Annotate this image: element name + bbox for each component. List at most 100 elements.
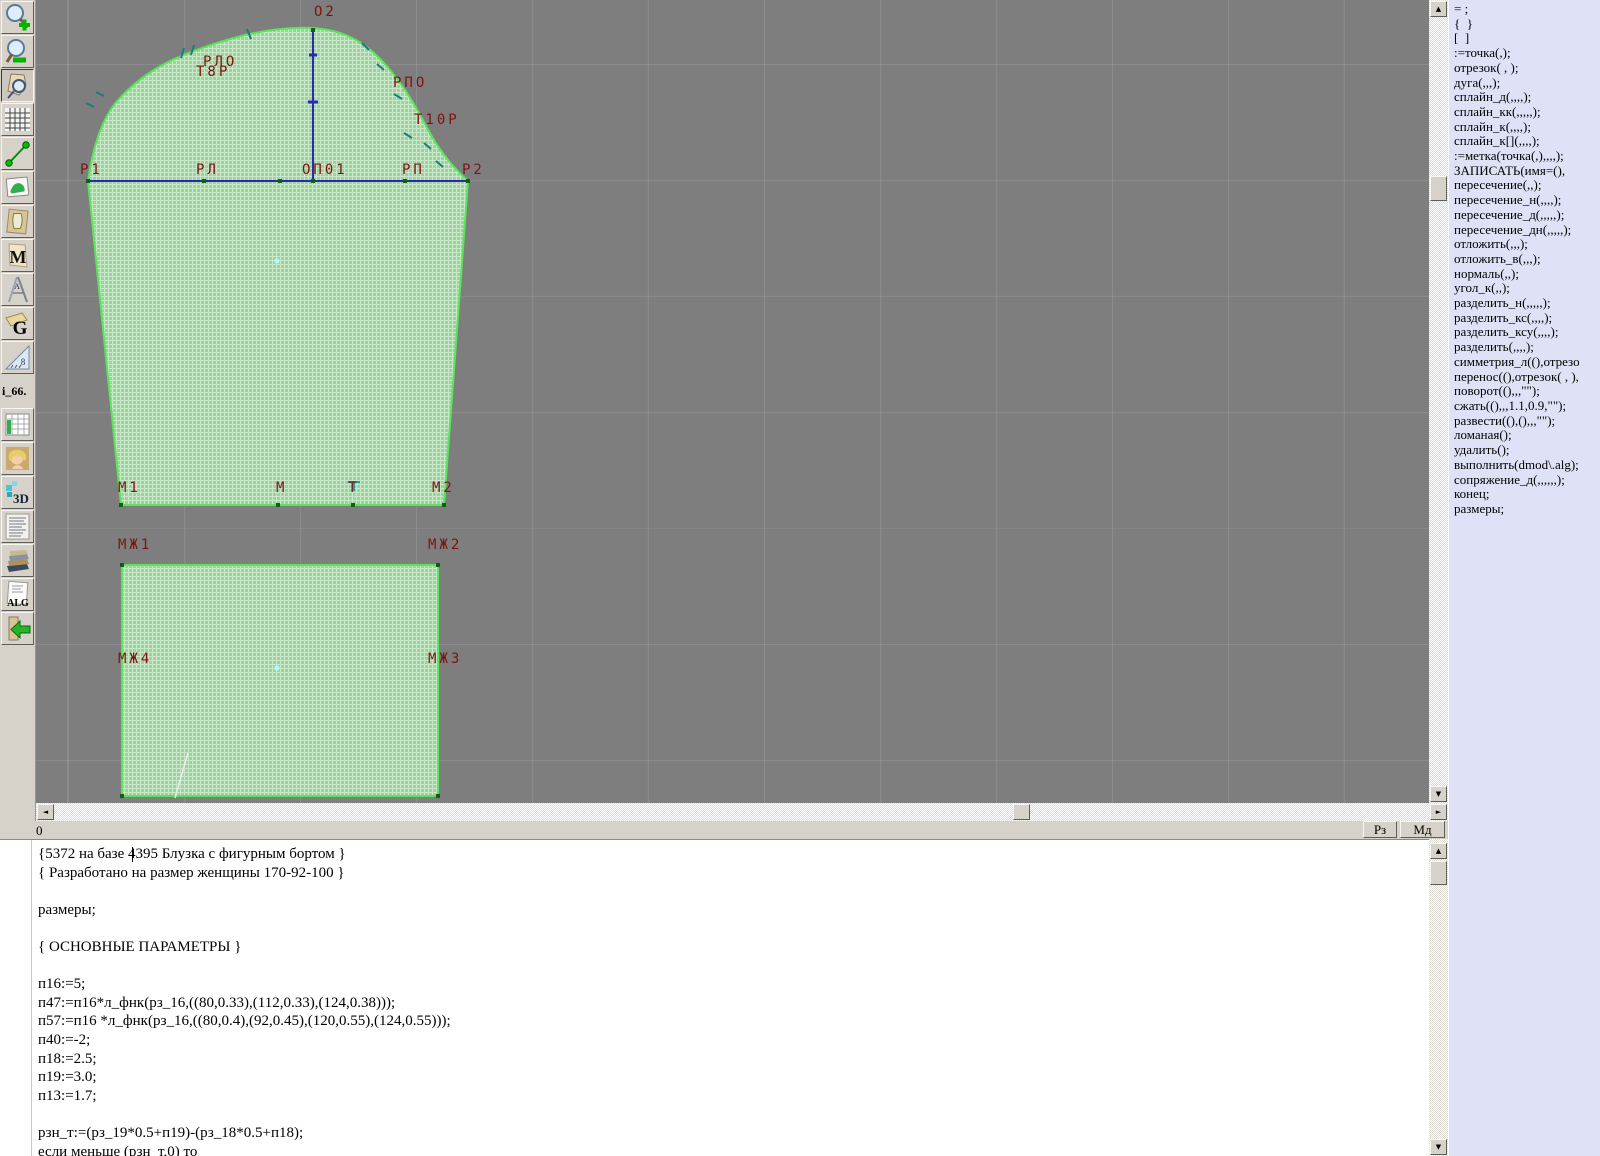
app-window: M А G 8 i_66. [0, 0, 1600, 1156]
editor-vscroll-thumb[interactable] [1430, 861, 1447, 885]
code-line[interactable]: если меньше (рзн_т,0) то [38, 1143, 1418, 1156]
function-template-item[interactable]: дуга(,,,); [1454, 76, 1600, 91]
function-template-item[interactable]: :=метка(точка(,),,,,); [1454, 149, 1600, 164]
function-template-item[interactable]: отрезок( , ); [1454, 61, 1600, 76]
zoom-out-button[interactable] [1, 35, 34, 68]
function-template-item[interactable]: симметрия_л((),отрезо [1454, 355, 1600, 370]
canvas-hscrollbar[interactable]: ◄ ► [36, 803, 1448, 821]
drafting-button[interactable]: А [1, 273, 34, 306]
segment-button[interactable] [1, 137, 34, 170]
function-template-item[interactable]: развести((),(),,,""); [1454, 414, 1600, 429]
function-template-item[interactable]: пересечение(,,); [1454, 178, 1600, 193]
function-template-item[interactable]: сплайн_к(,,,,); [1454, 120, 1600, 135]
function-template-item[interactable]: сплайн_кк(,,,,,); [1454, 105, 1600, 120]
canvas-vscroll-thumb[interactable] [1430, 176, 1447, 201]
point-label: РП [402, 163, 425, 177]
code-line[interactable]: п47:=п16*л_фнк(рз_16,((80,0.33),(112,0.3… [38, 994, 1418, 1013]
drawing-canvas[interactable]: О2РЛОТ8РРПОТ10РР1РЛОП01РПР2М1МТМ2МЖ1МЖ2М… [36, 0, 1429, 803]
scroll-up-arrow[interactable]: ▲ [1430, 843, 1447, 859]
archive-button[interactable] [1, 544, 34, 577]
code-line[interactable] [38, 957, 1418, 976]
scroll-down-arrow[interactable]: ▼ [1430, 1139, 1447, 1155]
function-template-item[interactable]: перенос((),отрезок( , ), [1454, 370, 1600, 385]
code-line[interactable]: п57:=п16 *л_фнк(рз_16,((80,0.4),(92,0.45… [38, 1012, 1418, 1031]
point-label: Т10Р [414, 113, 460, 127]
graphics-g-icon: G [3, 309, 32, 338]
size-table-button[interactable] [1, 408, 34, 441]
algorithm-icon: ALG [3, 580, 32, 609]
function-template-item[interactable]: ЗАПИСАТЬ(имя=(), [1454, 164, 1600, 179]
function-template-item[interactable]: разделить_ксу(,,,,); [1454, 325, 1600, 340]
function-template-item[interactable]: разделить_н(,,,,,); [1454, 296, 1600, 311]
editor-vscrollbar[interactable]: ▲ ▼ [1429, 839, 1448, 1156]
alg-glyph: ALG [7, 598, 29, 609]
canvas-vscrollbar[interactable]: ▲ ▼ [1429, 0, 1448, 803]
point-label: М2 [432, 481, 455, 495]
function-template-item[interactable]: удалить(); [1454, 443, 1600, 458]
sleeve-piece[interactable] [88, 28, 468, 505]
point-label: МЖ2 [428, 538, 462, 552]
code-line[interactable]: рзн_т:=(рз_19*0.5+п19)-(рз_18*0.5+п18); [38, 1124, 1418, 1143]
canvas-hscroll-thumb[interactable] [1013, 804, 1030, 820]
measurements-button[interactable]: M [1, 239, 34, 272]
code-line[interactable]: { ОСНОВНЫЕ ПАРАМЕТРЫ } [38, 938, 1418, 957]
point-label: Р2 [462, 163, 485, 177]
code-line[interactable]: { Разработано на размер женщины 170-92-1… [38, 864, 1418, 883]
function-template-item[interactable]: отложить(,,,); [1454, 237, 1600, 252]
zoom-in-button[interactable] [1, 1, 34, 34]
scroll-down-arrow[interactable]: ▼ [1430, 786, 1447, 802]
code-line[interactable]: п18:=2.5; [38, 1050, 1418, 1069]
function-template-item[interactable]: нормаль(,,); [1454, 267, 1600, 282]
code-line[interactable]: п13:=1.7; [38, 1087, 1418, 1106]
function-template-item[interactable]: :=точка(,); [1454, 46, 1600, 61]
grid-button[interactable] [1, 103, 34, 136]
algorithm-button[interactable]: ALG [1, 578, 34, 611]
code-line[interactable]: п40:=-2; [38, 1031, 1418, 1050]
scroll-up-arrow[interactable]: ▲ [1430, 1, 1447, 17]
scroll-left-arrow[interactable]: ◄ [37, 804, 54, 820]
code-line[interactable]: п19:=3.0; [38, 1068, 1418, 1087]
function-template-item[interactable]: конец; [1454, 487, 1600, 502]
function-template-item[interactable]: = ; [1454, 2, 1600, 17]
function-template-item[interactable]: разделить_кс(,,,,); [1454, 311, 1600, 326]
function-template-item[interactable]: сжать((),,,1.1,0.9,""); [1454, 399, 1600, 414]
function-template-item[interactable]: сплайн_д(,,,,); [1454, 90, 1600, 105]
function-template-item[interactable]: пересечение_дн(,,,,,); [1454, 223, 1600, 238]
function-template-item[interactable]: сплайн_к[](,,,,); [1454, 134, 1600, 149]
function-template-item[interactable]: разделить(,,,,); [1454, 340, 1600, 355]
function-template-item[interactable]: пересечение_д(,,,,,); [1454, 208, 1600, 223]
three-d-button[interactable]: 3D [1, 476, 34, 509]
function-template-item[interactable]: [ ] [1454, 31, 1600, 46]
rz-button[interactable]: Рз [1363, 821, 1397, 838]
function-template-item[interactable]: выполнить(dmod\.alg); [1454, 458, 1600, 473]
code-line[interactable] [38, 882, 1418, 901]
function-template-item[interactable]: поворот((),,,""); [1454, 384, 1600, 399]
pattern-piece-button[interactable] [1, 205, 34, 238]
function-template-item[interactable]: ломаная(); [1454, 428, 1600, 443]
cuff-piece[interactable] [122, 565, 438, 796]
zoom-out-icon [3, 37, 32, 66]
image-button[interactable] [1, 171, 34, 204]
preview-piece-button[interactable] [1, 69, 34, 102]
point-label: Т8Р [196, 65, 230, 79]
exit-button[interactable] [1, 612, 34, 645]
code-line[interactable] [38, 1105, 1418, 1124]
algorithm-editor[interactable]: {5372 на базе 4395 Блузка с фигурным бор… [0, 839, 1429, 1156]
code-line[interactable]: {5372 на базе 4395 Блузка с фигурным бор… [38, 845, 1418, 864]
graphics-button[interactable]: G [1, 307, 34, 340]
function-template-item[interactable]: { } [1454, 17, 1600, 32]
code-line[interactable]: размеры; [38, 901, 1418, 920]
model-button[interactable] [1, 442, 34, 475]
function-template-item[interactable]: пересечение_н(,,,,); [1454, 193, 1600, 208]
code-line[interactable] [38, 919, 1418, 938]
reference-point [275, 259, 280, 264]
ruler-button[interactable]: 8 [1, 341, 34, 374]
function-template-item[interactable]: сопряжение_д(,,,,,,); [1454, 473, 1600, 488]
text-list-button[interactable] [1, 510, 34, 543]
function-template-item[interactable]: размеры; [1454, 502, 1600, 517]
scroll-right-arrow[interactable]: ► [1430, 804, 1447, 820]
md-button[interactable]: Мд [1400, 821, 1445, 838]
code-line[interactable]: п16:=5; [38, 975, 1418, 994]
function-template-item[interactable]: отложить_в(,,,); [1454, 252, 1600, 267]
function-template-item[interactable]: угол_к(,,); [1454, 281, 1600, 296]
